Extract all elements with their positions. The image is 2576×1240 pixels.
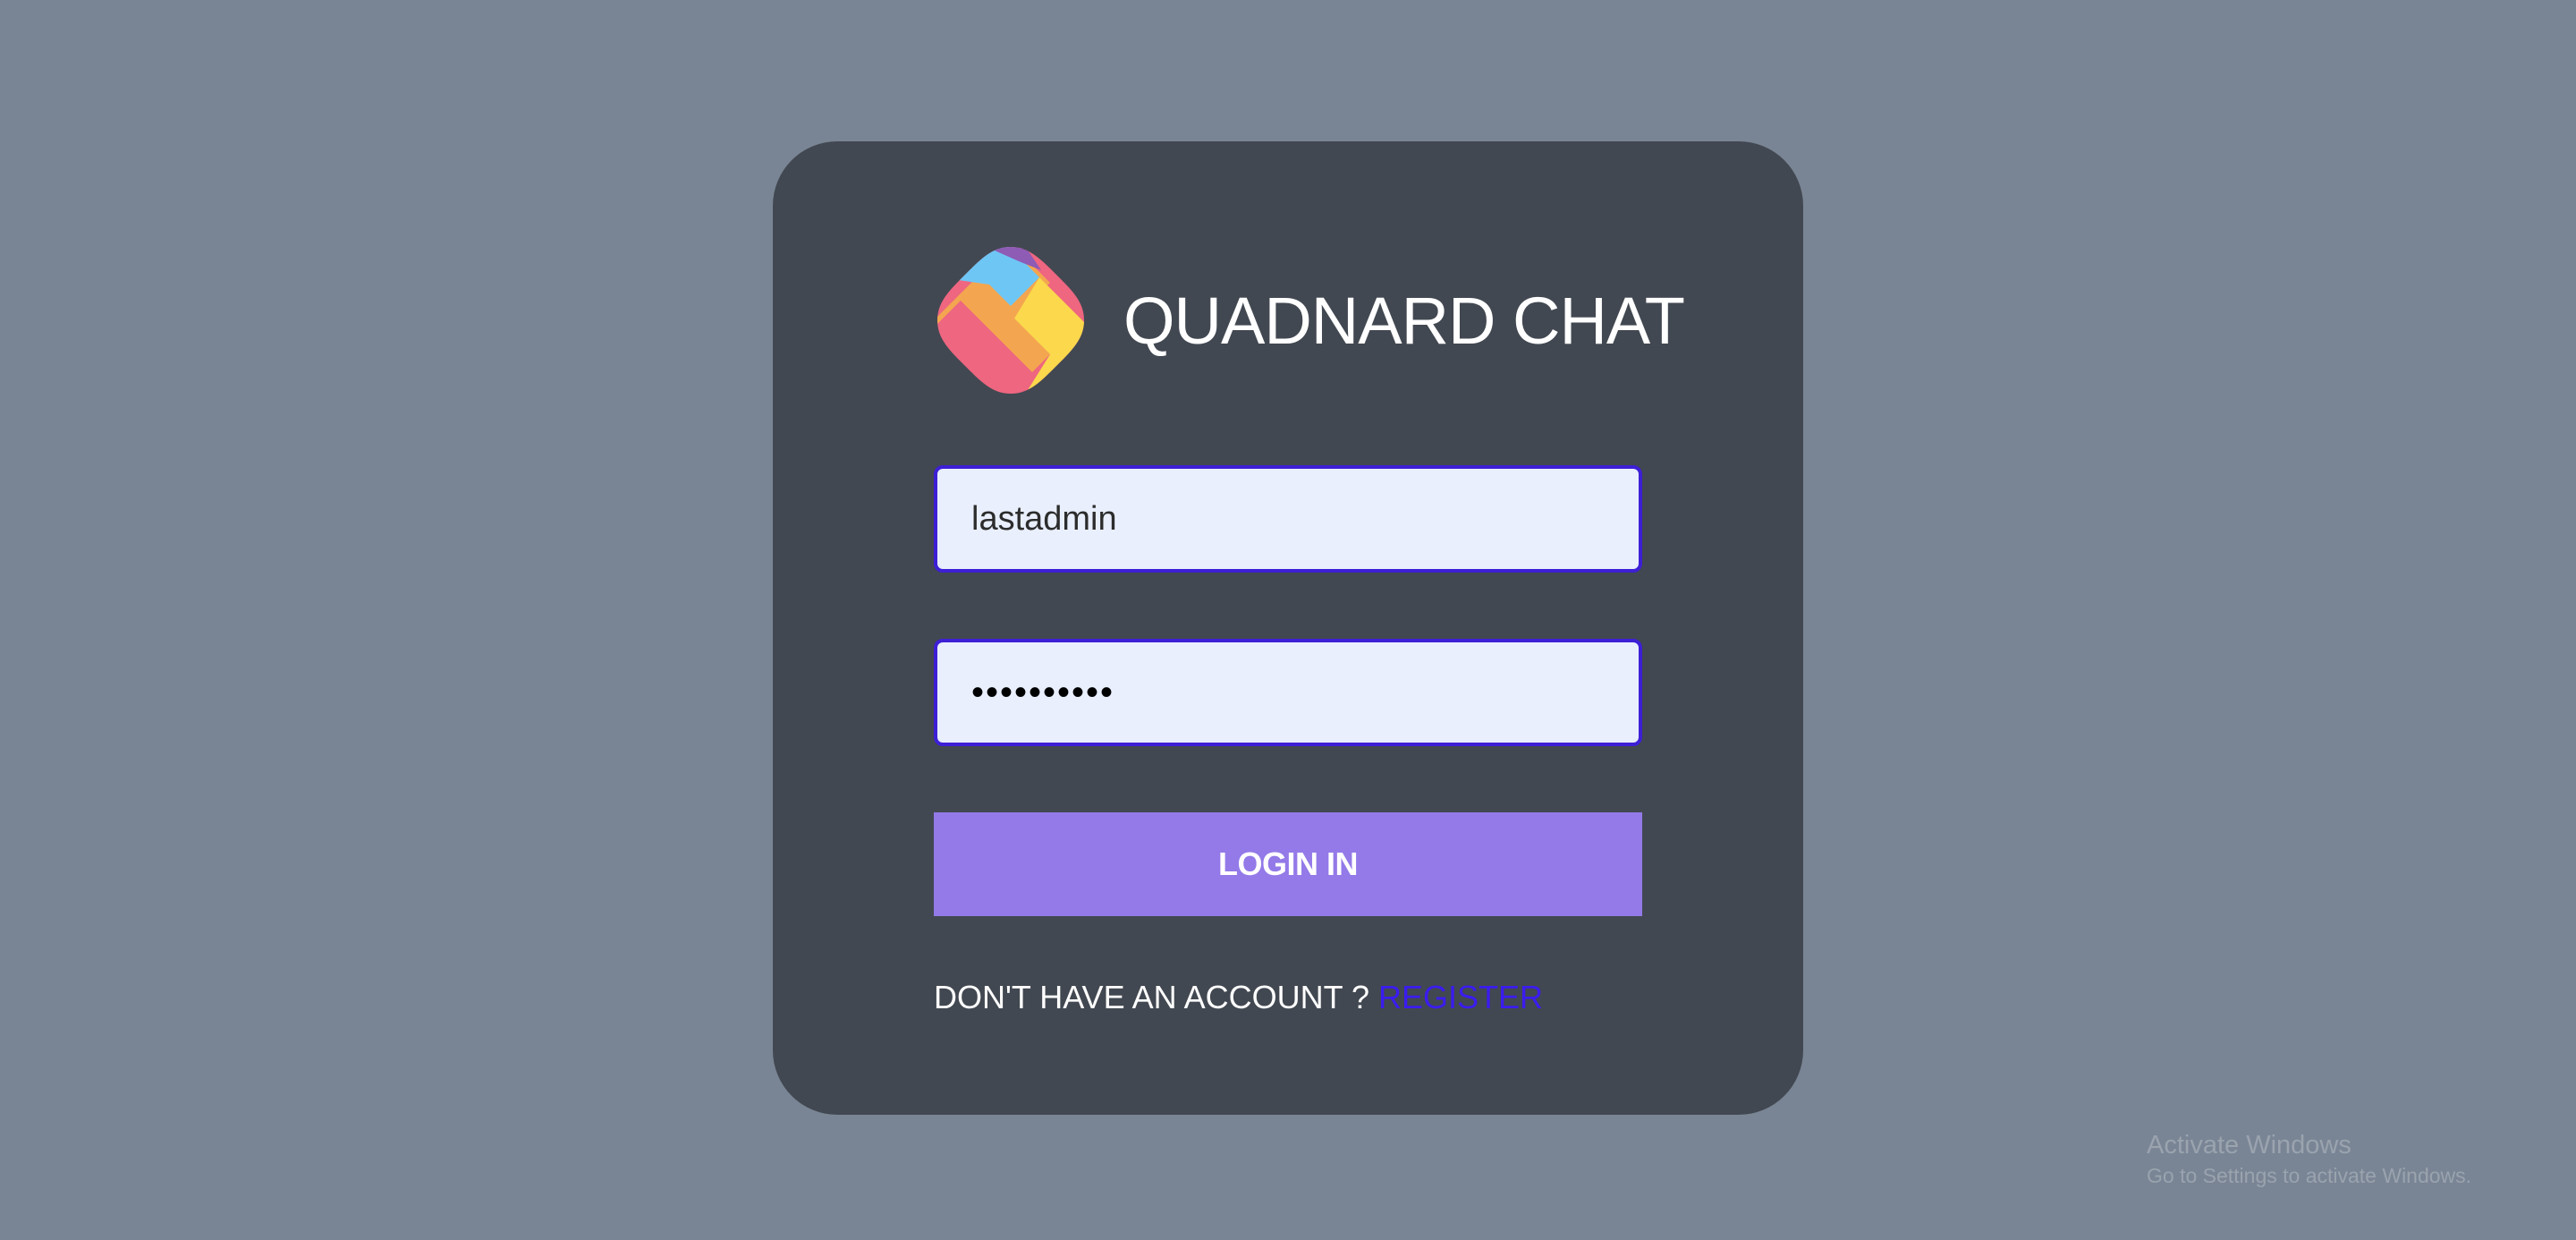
register-prompt-line: DON'T HAVE AN ACCOUNT ? REGISTER [934, 979, 1543, 1016]
quadnard-logo-icon [937, 247, 1084, 394]
username-input[interactable] [934, 465, 1642, 573]
register-prompt-text: DON'T HAVE AN ACCOUNT ? [934, 979, 1378, 1015]
watermark-title: Activate Windows [2147, 1131, 2351, 1159]
login-button[interactable]: LOGIN IN [934, 812, 1642, 916]
watermark-subtitle: Go to Settings to activate Windows. [2147, 1164, 2472, 1187]
password-input[interactable] [934, 639, 1642, 746]
brand-header: QUADNARD CHAT [934, 240, 1685, 401]
register-link[interactable]: REGISTER [1378, 979, 1543, 1015]
windows-activation-watermark: Activate Windows Go to Settings to activ… [2147, 1129, 2471, 1190]
login-card: QUADNARD CHAT LOGIN IN DON'T HAVE AN ACC… [773, 141, 1803, 1115]
app-title: QUADNARD CHAT [1123, 283, 1685, 358]
